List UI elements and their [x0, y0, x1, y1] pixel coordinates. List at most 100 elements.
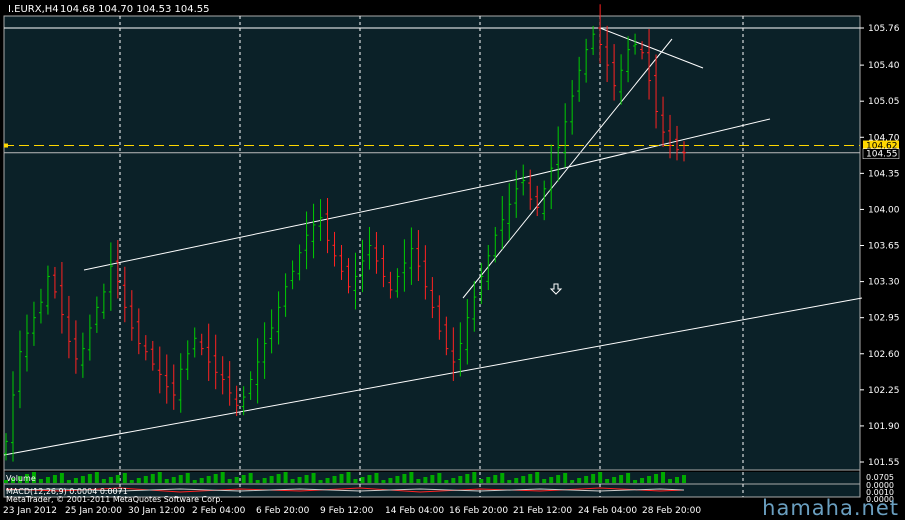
volume-bar	[115, 475, 120, 483]
price-tick-label: 102.60	[868, 350, 900, 360]
volume-bar	[199, 478, 204, 483]
volume-bar	[290, 479, 295, 483]
volume-bar	[668, 479, 673, 483]
volume-bar	[570, 480, 575, 483]
volume-bar	[262, 478, 267, 483]
price-tick-label: 104.00	[868, 205, 900, 215]
volume-bar	[395, 476, 400, 483]
volume-bar	[353, 479, 358, 483]
volume-bar	[591, 474, 596, 483]
volume-bar	[73, 478, 78, 483]
volume-bar	[584, 476, 589, 483]
time-tick-label: 9 Feb 12:00	[320, 506, 374, 516]
volume-bar	[332, 476, 337, 483]
volume-bar	[563, 473, 568, 483]
volume-bar	[409, 472, 414, 483]
ohlc-header: 104.68 104.70 104.53 104.55	[60, 4, 210, 15]
volume-bar	[437, 473, 442, 483]
volume-bar	[458, 476, 463, 483]
time-tick-label: 16 Feb 20:00	[449, 506, 508, 516]
volume-bar	[325, 478, 330, 483]
price-chart[interactable]: 105.76105.40105.05104.70104.35104.00103.…	[0, 0, 905, 520]
volume-bar	[178, 475, 183, 483]
plot-area	[4, 16, 860, 470]
volume-bar	[136, 478, 141, 483]
volume-bar	[451, 478, 456, 483]
time-tick-label: 6 Feb 20:00	[256, 506, 310, 516]
volume-bar	[514, 478, 519, 483]
time-tick-label: 2 Feb 04:00	[192, 506, 246, 516]
volume-bar	[374, 473, 379, 483]
time-tick-label: 21 Feb 12:00	[513, 506, 572, 516]
volume-bar	[87, 474, 92, 483]
price-tick-label: 103.30	[868, 278, 900, 288]
price-tick-label: 104.35	[868, 169, 900, 179]
volume-bar	[444, 480, 449, 483]
volume-label: Volume	[6, 474, 36, 483]
volume-bar	[486, 477, 491, 483]
volume-bar	[479, 479, 484, 483]
volume-bar	[241, 475, 246, 483]
volume-bar	[276, 474, 281, 483]
volume-bar	[129, 480, 134, 483]
volume-bar	[521, 476, 526, 483]
price-tick-label: 101.90	[868, 422, 900, 432]
volume-bar	[45, 477, 50, 483]
symbol-label: I.EURX,H4	[8, 4, 59, 15]
volume-bar	[101, 479, 106, 483]
volume-bar	[500, 473, 505, 483]
volume-bar	[381, 480, 386, 483]
time-tick-label: 28 Feb 20:00	[642, 506, 701, 516]
volume-bar	[402, 474, 407, 483]
volume-bar	[339, 474, 344, 483]
volume-bar	[465, 474, 470, 483]
volume-bar	[388, 478, 393, 483]
footer-label: MetaTrader, © 2001-2011 MetaQuotes Softw…	[6, 495, 223, 504]
volume-bar	[675, 477, 680, 483]
volume-bar	[255, 480, 260, 483]
volume-bar	[52, 475, 57, 483]
volume-bar	[640, 478, 645, 483]
volume-bar	[598, 472, 603, 483]
volume-bar	[472, 472, 477, 483]
current-price-label: 104.55	[866, 150, 898, 160]
volume-bar	[122, 473, 127, 483]
time-tick-label: 30 Jan 12:00	[128, 506, 185, 516]
volume-bar	[157, 472, 162, 483]
volume-bar	[38, 479, 43, 483]
volume-bar	[269, 476, 274, 483]
time-tick-label: 25 Jan 20:00	[65, 506, 122, 516]
volume-bar	[661, 472, 666, 483]
volume-bar	[164, 479, 169, 483]
price-tick-label: 105.40	[868, 61, 900, 71]
volume-bar	[304, 475, 309, 483]
volume-bar	[143, 476, 148, 483]
price-tick-label: 103.65	[868, 242, 900, 252]
volume-bar	[234, 477, 239, 483]
volume-bar	[213, 474, 218, 483]
volume-bar	[633, 480, 638, 483]
volume-bar	[647, 476, 652, 483]
volume-bar	[367, 475, 372, 483]
volume-bar	[612, 477, 617, 483]
time-axis: 23 Jan 2012 25 Jan 20:00 30 Jan 12:00 2 Feb…	[3, 506, 701, 516]
time-tick-label: 24 Feb 04:00	[578, 506, 637, 516]
volume-bar	[556, 475, 561, 483]
volume-bar	[535, 472, 540, 483]
volume-bar	[430, 475, 435, 483]
level-handle[interactable]	[4, 143, 8, 148]
volume-bar	[248, 473, 253, 483]
volume-bar	[94, 472, 99, 483]
volume-bar	[59, 473, 64, 483]
volume-bar	[346, 472, 351, 483]
volume-bar	[654, 474, 659, 483]
volume-bar	[507, 480, 512, 483]
volume-bar	[416, 479, 421, 483]
price-tick-label: 102.95	[868, 314, 900, 324]
volume-bar	[626, 473, 631, 483]
volume-bar	[619, 475, 624, 483]
volume-bar	[549, 477, 554, 483]
volume-bar	[206, 476, 211, 483]
volume-bar	[542, 479, 547, 483]
volume-bar	[577, 478, 582, 483]
